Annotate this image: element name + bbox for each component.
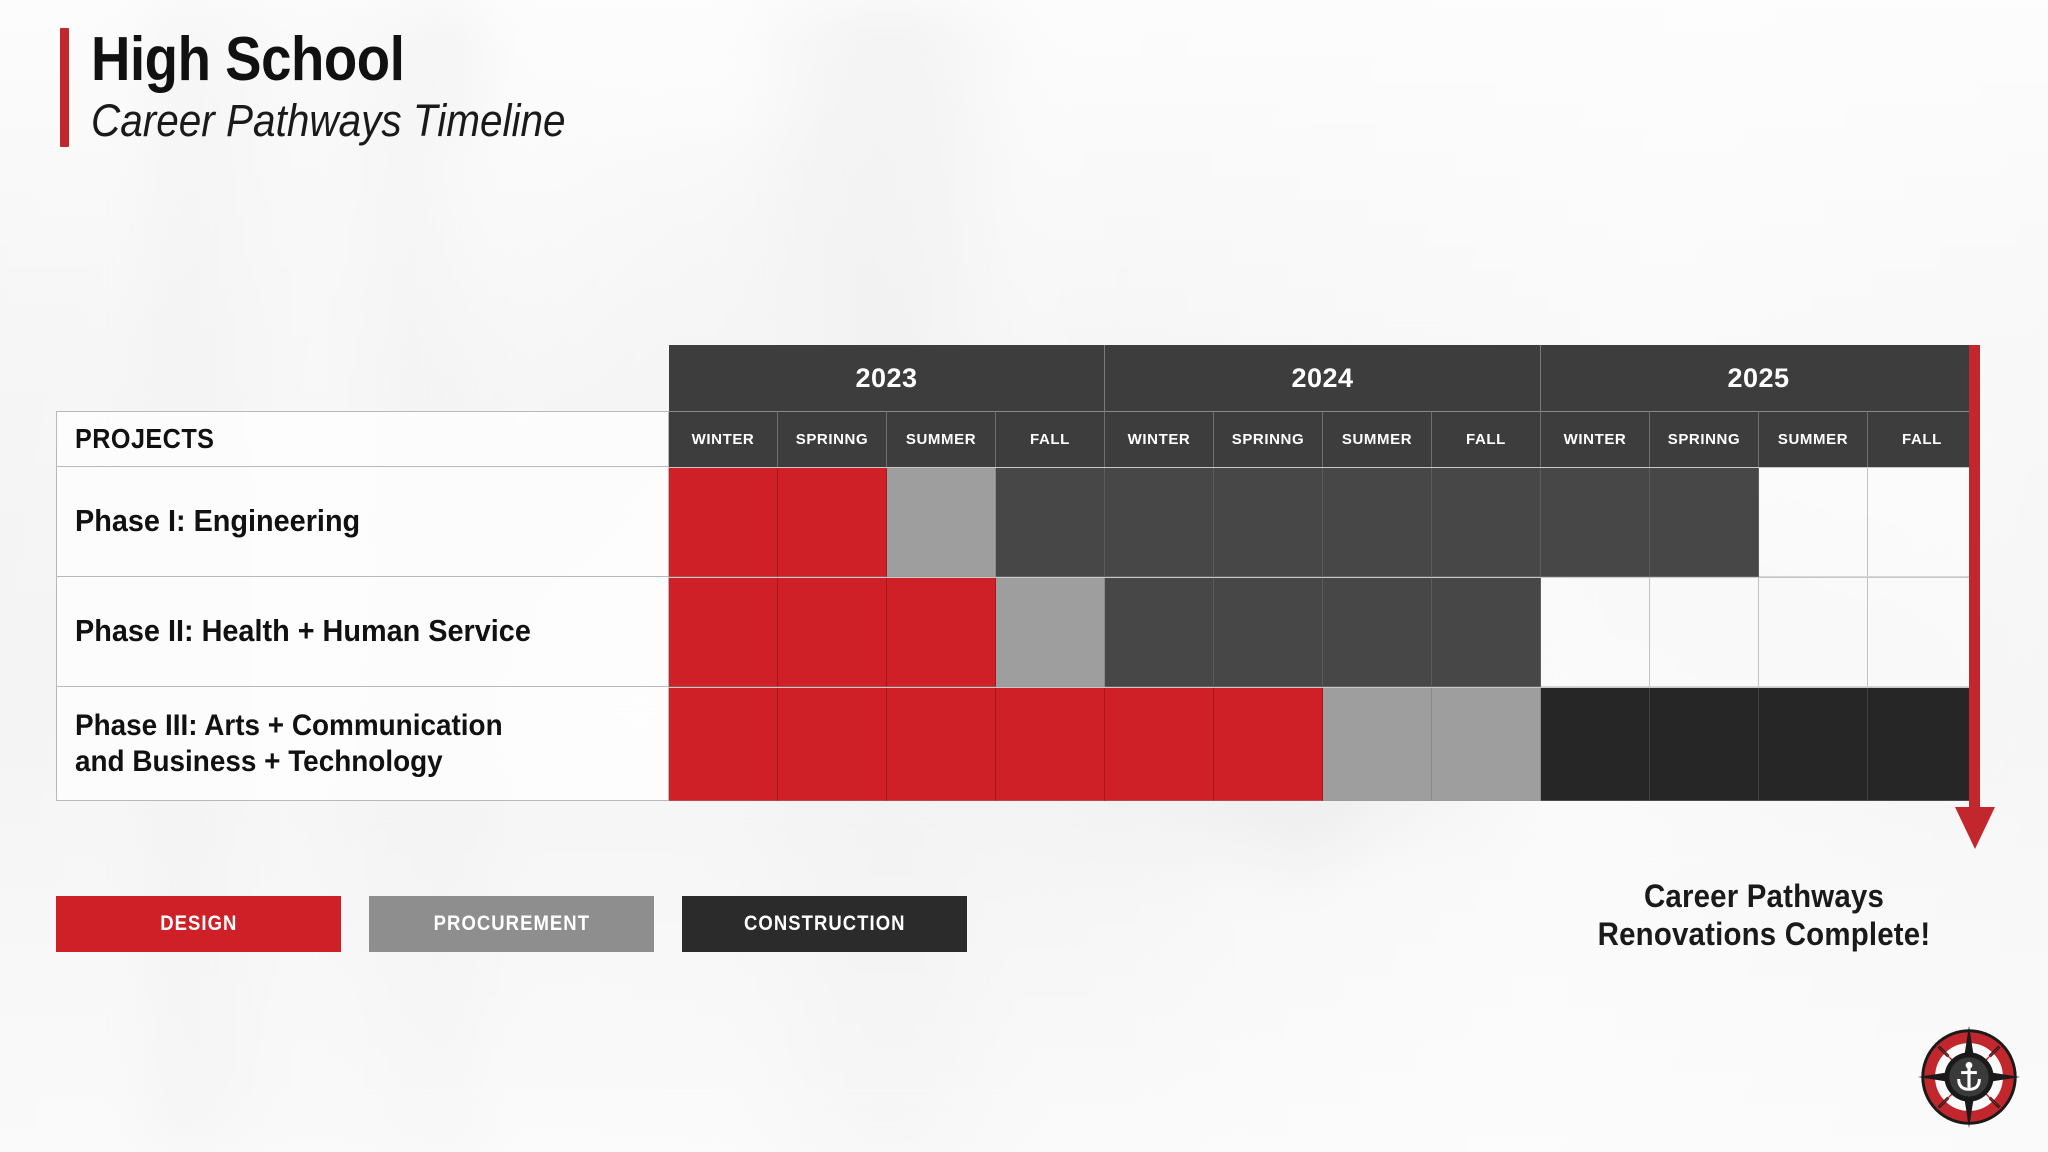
row-label-line-1: Phase III: Arts + Communication: [75, 709, 503, 743]
year-blocks: 2023 2024 2025: [669, 345, 1976, 411]
legend-item-construction[interactable]: CONSTRUCTION: [682, 896, 967, 952]
header-text-block: High School Career Pathways Timeline: [91, 25, 618, 147]
timeline-cell-empty: [1868, 468, 1976, 577]
timeline-cell-construction-dark: [1541, 688, 1650, 801]
timeline-cell-design: [669, 578, 778, 687]
season-header-cell: FALL: [1868, 411, 1976, 467]
timeline-cell-design: [1105, 688, 1214, 801]
timeline-cell-design: [887, 578, 996, 687]
timeline-cell-design: [669, 688, 778, 801]
row-label: Phase I: Engineering: [75, 503, 361, 539]
season-header-cell: SUMMER: [887, 411, 996, 467]
arrow-shaft: [1969, 345, 1980, 815]
timeline-cell-procurement: [887, 468, 996, 577]
legend-item-procurement[interactable]: PROCUREMENT: [369, 896, 654, 952]
season-header-cell: WINTER: [1541, 411, 1650, 467]
completion-note: Career Pathways Renovations Complete!: [1534, 878, 1994, 954]
legend-item-design[interactable]: DESIGN: [56, 896, 341, 952]
timeline-cell-construction: [1432, 468, 1541, 577]
timeline-cell-construction: [1323, 578, 1432, 687]
timeline-cell-construction: [1105, 578, 1214, 687]
season-header-cell: SUMMER: [1759, 411, 1868, 467]
timeline-cell-construction: [1214, 468, 1323, 577]
row-label-line-2: and Business + Technology: [75, 744, 443, 778]
row-label-cell: Phase II: Health + Human Service: [56, 577, 669, 687]
arrow-head-icon: [1955, 807, 1995, 849]
year-block: 2024: [1105, 345, 1541, 411]
page-header: High School Career Pathways Timeline: [60, 25, 618, 147]
timeline-cell-design: [1214, 688, 1323, 801]
header-accent-bar: [60, 28, 69, 147]
page-subtitle: Career Pathways Timeline: [91, 95, 566, 147]
timeline-cell-empty: [1759, 468, 1868, 577]
timeline-cell-construction: [1105, 468, 1214, 577]
timeline-cell-empty: [1868, 578, 1976, 687]
timeline-cell-construction: [1323, 468, 1432, 577]
legend-label: PROCUREMENT: [433, 912, 590, 935]
timeline-cell-design: [996, 688, 1105, 801]
season-header-cell: FALL: [996, 411, 1105, 467]
timeline-cell-empty: [1541, 578, 1650, 687]
page-title: High School: [91, 25, 405, 94]
timeline-cell-design: [887, 688, 996, 801]
legend-label: DESIGN: [159, 912, 238, 935]
timeline-cell-construction-dark: [1759, 688, 1868, 801]
season-header-cell: WINTER: [669, 411, 778, 467]
timeline-cell-construction: [1650, 468, 1759, 577]
timeline-cell-empty: [1650, 578, 1759, 687]
timeline-cell-construction: [996, 468, 1105, 577]
legend-label: CONSTRUCTION: [743, 912, 906, 935]
timeline-cell-empty: [1759, 578, 1868, 687]
year-header-row: 2023 2024 2025: [56, 345, 1976, 411]
projects-header-cell: PROJECTS: [56, 411, 669, 467]
year-row-spacer: [56, 345, 669, 411]
timeline-cell-design: [778, 468, 887, 577]
season-header-cell: SPRINNG: [778, 411, 887, 467]
season-header-row: PROJECTS WINTER SPRINNG SUMMER FALL WINT…: [56, 411, 1976, 467]
timeline-cell-design: [778, 688, 887, 801]
timeline-cell-construction-dark: [1650, 688, 1759, 801]
year-block: 2025: [1541, 345, 1976, 411]
row-bars: [669, 577, 1976, 687]
legend: DESIGN PROCUREMENT CONSTRUCTION: [56, 896, 967, 952]
timeline-cell-construction-dark: [1868, 688, 1976, 801]
row-label: Phase III: Arts + Communication and Busi…: [75, 708, 503, 779]
completion-note-line-1: Career Pathways: [1643, 878, 1885, 914]
timeline-cell-construction: [1432, 578, 1541, 687]
projects-header-label: PROJECTS: [75, 423, 215, 454]
timeline-cell-design: [778, 578, 887, 687]
row-label-cell: Phase I: Engineering: [56, 467, 669, 577]
row-bars: [669, 687, 1976, 801]
timeline-cell-design: [669, 468, 778, 577]
compass-anchor-logo: [1910, 1018, 2028, 1136]
row-label-cell: Phase III: Arts + Communication and Busi…: [56, 687, 669, 801]
season-header-cell: SUMMER: [1323, 411, 1432, 467]
completion-note-line-2: Renovations Complete!: [1597, 915, 1931, 952]
timeline-end-arrow: [1955, 345, 1995, 870]
timeline-cell-construction: [1214, 578, 1323, 687]
row-label: Phase II: Health + Human Service: [75, 613, 531, 649]
timeline-cell-procurement: [1432, 688, 1541, 801]
season-header-cell: WINTER: [1105, 411, 1214, 467]
timeline-table: 2023 2024 2025 PROJECTS WINTER SPRINNG S…: [56, 345, 1976, 801]
compass-rose-icon: [1917, 1025, 2021, 1129]
timeline-cell-construction: [1541, 468, 1650, 577]
season-header-cell: SPRINNG: [1650, 411, 1759, 467]
season-cells: WINTER SPRINNG SUMMER FALL WINTER SPRINN…: [669, 411, 1976, 467]
season-header-cell: SPRINNG: [1214, 411, 1323, 467]
row-bars: [669, 467, 1976, 577]
year-block: 2023: [669, 345, 1105, 411]
table-row: Phase III: Arts + Communication and Busi…: [56, 687, 1976, 801]
table-row: Phase I: Engineering: [56, 467, 1976, 577]
timeline-cell-procurement: [1323, 688, 1432, 801]
table-row: Phase II: Health + Human Service: [56, 577, 1976, 687]
season-header-cell: FALL: [1432, 411, 1541, 467]
timeline-cell-procurement: [996, 578, 1105, 687]
